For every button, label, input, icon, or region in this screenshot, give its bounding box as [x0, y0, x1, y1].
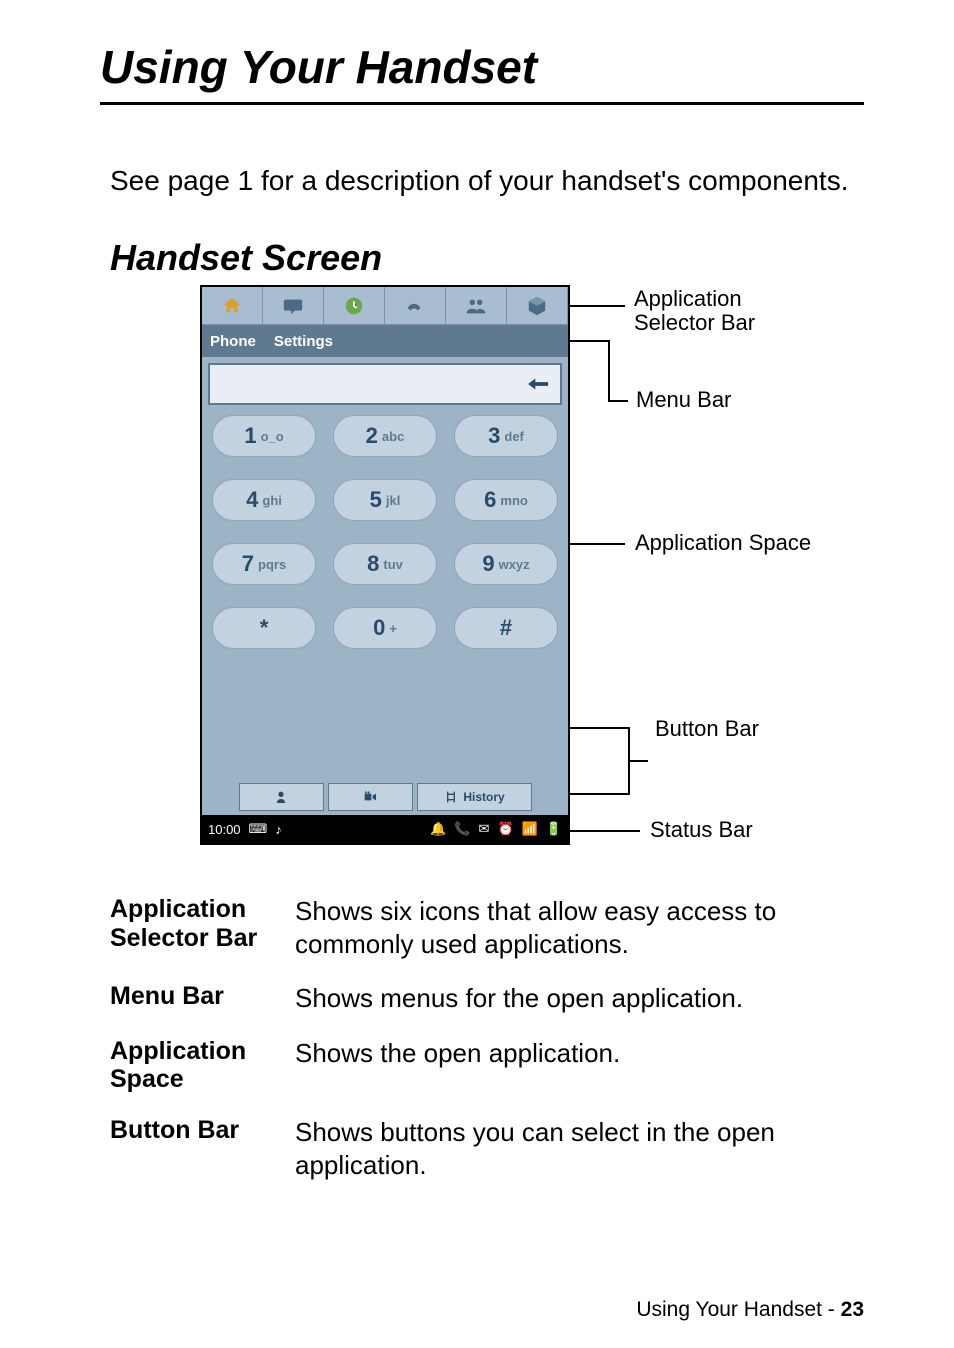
status-time: 10:00	[208, 822, 241, 837]
intro-text: See page 1 for a description of your han…	[110, 165, 864, 197]
button-history-label: History	[463, 790, 504, 804]
label-button-bar: Button Bar	[655, 717, 759, 741]
selector-message-icon[interactable]	[263, 287, 324, 324]
def-desc: Shows six icons that allow easy access t…	[295, 895, 864, 960]
definitions-table: Application Selector Bar Shows six icons…	[110, 895, 864, 1181]
signal-icon: 📶	[522, 821, 538, 837]
key-star[interactable]: *	[212, 607, 316, 649]
label-app-selector: Application Selector Bar	[634, 287, 755, 335]
menu-phone[interactable]: Phone	[210, 333, 256, 350]
def-row: Button Bar Shows buttons you can select …	[110, 1116, 864, 1181]
key-hash[interactable]: #	[454, 607, 558, 649]
status-bar: 10:00 ⌨ ♪ 🔔 📞 ✉ ⏰ 📶 🔋	[202, 815, 568, 843]
label-menu-bar: Menu Bar	[636, 388, 731, 412]
key-1[interactable]: 1o_o	[212, 415, 316, 457]
label-app-space: Application Space	[635, 531, 811, 555]
label-status-bar: Status Bar	[650, 818, 753, 842]
footer-page-number: 23	[841, 1298, 864, 1321]
section-heading: Handset Screen	[110, 237, 864, 279]
button-bar: History	[202, 783, 568, 813]
key-4[interactable]: 4ghi	[212, 479, 316, 521]
key-6[interactable]: 6mno	[454, 479, 558, 521]
keypad: 1o_o 2abc 3def 4ghi 5jkl 6mno 7pqrs 8tuv…	[202, 415, 568, 649]
selector-home-icon[interactable]	[202, 287, 263, 324]
def-row: Application Space Shows the open applica…	[110, 1037, 864, 1095]
def-term: Application Space	[110, 1037, 295, 1095]
key-7[interactable]: 7pqrs	[212, 543, 316, 585]
key-9[interactable]: 9wxyz	[454, 543, 558, 585]
selector-contacts-icon[interactable]	[446, 287, 507, 324]
footer-text: Using Your Handset -	[636, 1298, 840, 1321]
keyboard-icon: ⌨	[249, 821, 268, 837]
dial-input[interactable]	[208, 363, 562, 405]
page-footer: Using Your Handset - 23	[636, 1298, 864, 1322]
profile-icon: ♪	[275, 822, 282, 837]
backspace-icon[interactable]	[528, 376, 550, 392]
key-8[interactable]: 8tuv	[333, 543, 437, 585]
menu-bar: Phone Settings	[202, 325, 568, 357]
selector-clock-icon[interactable]	[324, 287, 385, 324]
page: Using Your Handset See page 1 for a desc…	[0, 0, 954, 1348]
button-video-icon[interactable]	[328, 783, 413, 811]
def-term: Button Bar	[110, 1116, 295, 1181]
button-contact-icon[interactable]	[239, 783, 324, 811]
page-title: Using Your Handset	[100, 40, 864, 94]
def-row: Application Selector Bar Shows six icons…	[110, 895, 864, 960]
phone-mockup: Phone Settings 1o_o 2abc 3def 4ghi 5jkl …	[200, 285, 570, 845]
menu-settings[interactable]: Settings	[274, 333, 333, 350]
def-term: Application Selector Bar	[110, 895, 295, 960]
def-row: Menu Bar Shows menus for the open applic…	[110, 982, 864, 1015]
key-0[interactable]: 0+	[333, 607, 437, 649]
def-desc: Shows menus for the open application.	[295, 982, 743, 1015]
selector-box-icon[interactable]	[507, 287, 568, 324]
key-3[interactable]: 3def	[454, 415, 558, 457]
battery-icon: 🔋	[546, 821, 562, 837]
alarm-icon: ⏰	[497, 821, 513, 837]
key-5[interactable]: 5jkl	[333, 479, 437, 521]
call-icon: 📞	[454, 821, 470, 837]
title-underline	[100, 102, 864, 105]
def-desc: Shows buttons you can select in the open…	[295, 1116, 864, 1181]
def-term: Menu Bar	[110, 982, 295, 1015]
def-desc: Shows the open application.	[295, 1037, 620, 1095]
mail-icon: ✉	[479, 821, 490, 837]
button-history[interactable]: History	[417, 783, 532, 811]
bell-icon: 🔔	[430, 821, 446, 837]
key-2[interactable]: 2abc	[333, 415, 437, 457]
application-selector-bar	[202, 287, 568, 325]
selector-satellite-icon[interactable]	[385, 287, 446, 324]
handset-diagram: Phone Settings 1o_o 2abc 3def 4ghi 5jkl …	[110, 285, 870, 865]
